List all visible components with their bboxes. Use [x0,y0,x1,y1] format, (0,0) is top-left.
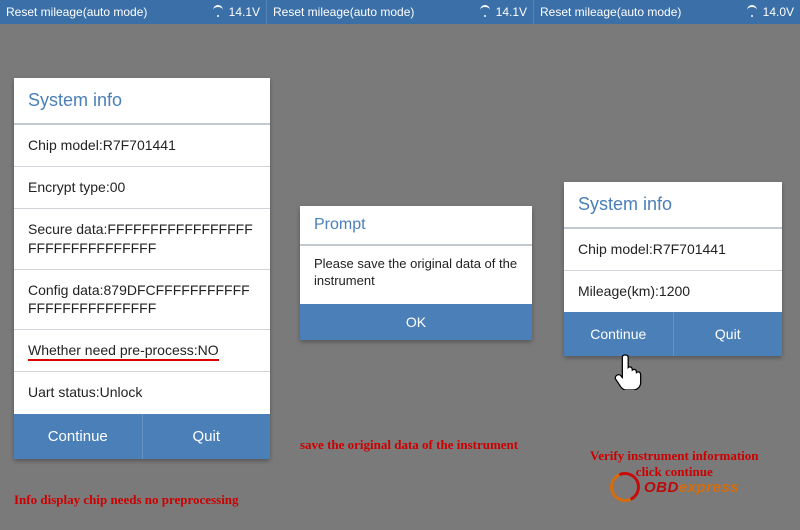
watermark-ring-icon [606,468,644,506]
system-info-panel-2: System info Chip model:R7F701441 Mileage… [564,182,782,356]
wifi-icon [745,7,759,17]
topbar-voltage: 14.0V [763,5,794,19]
chip-model-row: Chip model:R7F701441 [14,125,270,167]
topbar-title: Reset mileage(auto mode) [273,5,478,19]
uart-status-row: Uart status:Unlock [14,372,270,413]
prompt-title: Prompt [300,206,532,246]
prompt-body: Please save the original data of the ins… [300,246,532,304]
topbar-segment-3: Reset mileage(auto mode) 14.0V [534,0,800,24]
caption-save-data: save the original data of the instrument [300,437,518,453]
mileage-row: Mileage(km):1200 [564,271,782,312]
panel-title: System info [14,78,270,125]
prompt-buttons: OK [300,304,532,340]
wifi-icon [478,7,492,17]
ok-button[interactable]: OK [300,304,532,340]
secure-data-row: Secure data:FFFFFFFFFFFFFFFFFFFFFFFFFFFF… [14,209,270,269]
topbar-title: Reset mileage(auto mode) [6,5,211,19]
caption-preprocessing: Info display chip needs no preprocessing [14,492,239,508]
topbar-voltage: 14.1V [229,5,260,19]
continue-button[interactable]: Continue [564,312,673,356]
chip-model-row: Chip model:R7F701441 [564,229,782,271]
wifi-icon [211,7,225,17]
top-bar: Reset mileage(auto mode) 14.1V Reset mil… [0,0,800,24]
encrypt-type-row: Encrypt type:00 [14,167,270,209]
topbar-voltage: 14.1V [496,5,527,19]
preprocess-row: Whether need pre-process:NO [14,330,270,372]
panel-title: System info [564,182,782,229]
system-info-panel-1: System info Chip model:R7F701441 Encrypt… [14,78,270,459]
topbar-segment-1: Reset mileage(auto mode) 14.1V [0,0,267,24]
topbar-title: Reset mileage(auto mode) [540,5,745,19]
config-data-row: Config data:879DFCFFFFFFFFFFFFFFFFFFFFFF… [14,270,270,330]
continue-button[interactable]: Continue [14,414,142,459]
topbar-segment-2: Reset mileage(auto mode) 14.1V [267,0,534,24]
watermark-logo: OBDexpress [610,472,739,502]
quit-button[interactable]: Quit [142,414,271,459]
prompt-dialog: Prompt Please save the original data of … [300,206,532,340]
quit-button[interactable]: Quit [673,312,783,356]
panel-buttons: Continue Quit [564,312,782,356]
panel-buttons: Continue Quit [14,414,270,459]
